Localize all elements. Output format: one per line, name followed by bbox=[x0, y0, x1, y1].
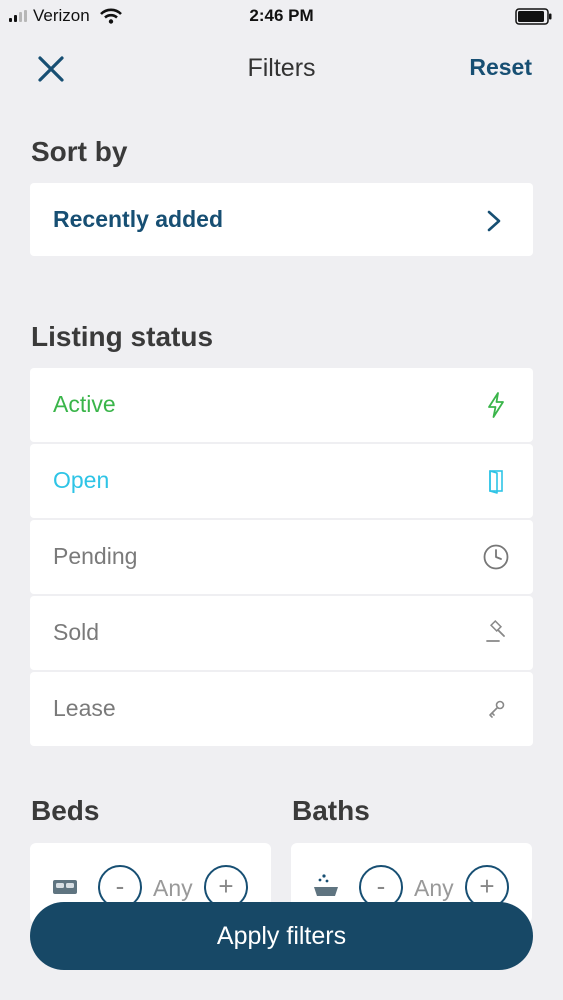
apply-filters-button[interactable]: Apply filters bbox=[30, 902, 533, 970]
status-option-label: Open bbox=[53, 467, 110, 493]
status-option-active[interactable]: Active bbox=[30, 368, 533, 442]
clock-icon bbox=[483, 544, 509, 570]
gavel-icon bbox=[486, 619, 505, 642]
status-option-sold[interactable]: Sold bbox=[30, 596, 533, 670]
navigation-bar: Filters Reset bbox=[0, 40, 563, 96]
beds-value: Any bbox=[153, 875, 193, 901]
sort-by-value: Recently added bbox=[53, 206, 223, 232]
beds-heading: Beds bbox=[31, 795, 100, 826]
bolt-icon bbox=[488, 392, 504, 418]
listing-status-heading: Listing status bbox=[31, 321, 214, 352]
sort-by-heading: Sort by bbox=[31, 136, 128, 167]
status-option-label: Active bbox=[53, 391, 116, 417]
status-option-open[interactable]: Open bbox=[30, 444, 533, 518]
baths-value: Any bbox=[414, 875, 454, 901]
status-option-lease[interactable]: Lease bbox=[30, 672, 533, 746]
status-option-label: Sold bbox=[53, 619, 100, 645]
sort-by-selector[interactable]: Recently added bbox=[30, 183, 533, 256]
reset-button[interactable]: Reset bbox=[469, 54, 532, 81]
clock-time: 2:46 PM bbox=[249, 6, 314, 25]
key-icon bbox=[489, 700, 505, 718]
status-option-label: Lease bbox=[53, 695, 116, 721]
door-icon bbox=[489, 470, 503, 494]
chevron-right-icon bbox=[487, 210, 501, 232]
bed-icon bbox=[53, 880, 77, 894]
bathtub-icon bbox=[314, 874, 338, 896]
battery-icon bbox=[515, 8, 552, 25]
status-option-label: Pending bbox=[53, 543, 138, 569]
status-option-pending[interactable]: Pending bbox=[30, 520, 533, 594]
baths-heading: Baths bbox=[292, 795, 370, 826]
status-bar: Verizon 2:46 PM bbox=[0, 0, 563, 32]
